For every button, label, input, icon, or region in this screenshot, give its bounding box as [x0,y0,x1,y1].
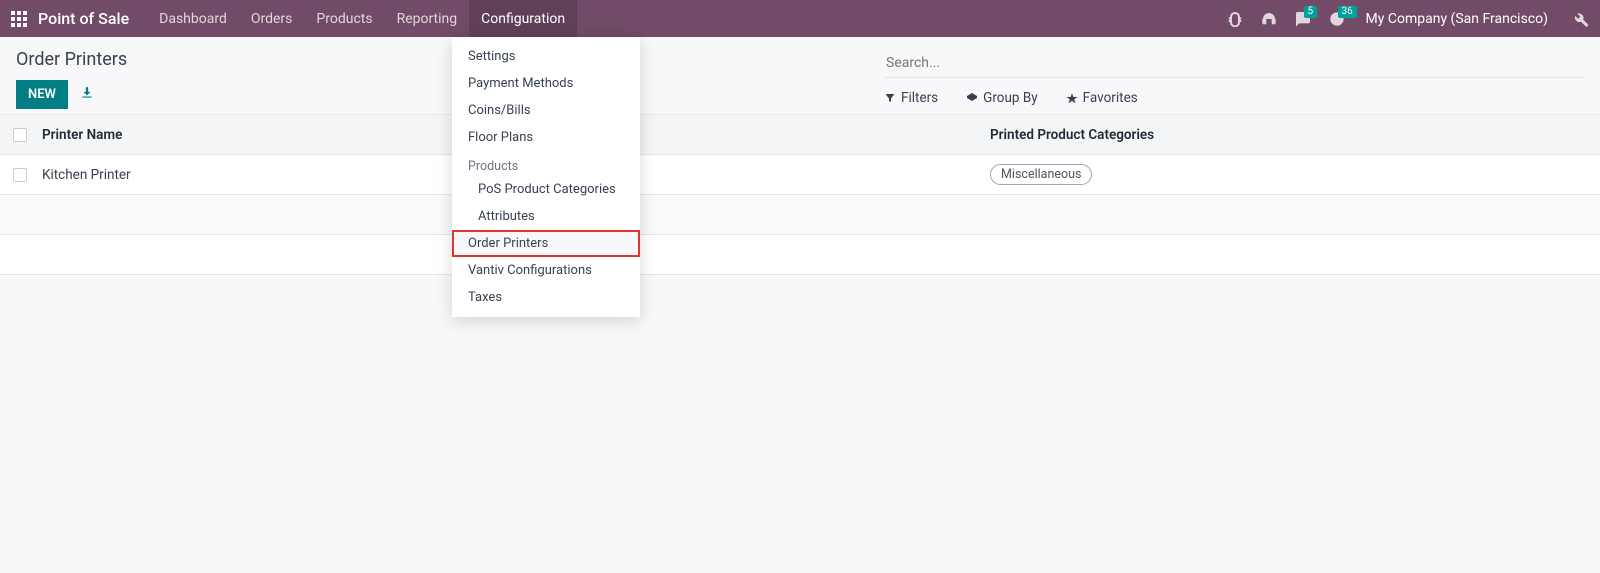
activities-badge: 36 [1338,6,1357,18]
content-header: Order Printers NEW Filters Group By Favo… [0,37,1600,114]
debug-icon[interactable] [1218,0,1252,37]
app-brand[interactable]: Point of Sale [38,9,129,28]
category-tag: Miscellaneous [990,164,1092,185]
col-header-categories[interactable]: Printed Product Categories [990,127,1600,143]
dd-vantiv-configurations[interactable]: Vantiv Configurations [452,257,640,284]
top-navbar: Point of Sale Dashboard Orders Products … [0,0,1600,37]
row-checkbox[interactable] [13,168,27,182]
dd-floor-plans[interactable]: Floor Plans [452,124,640,151]
dd-taxes[interactable]: Taxes [452,284,640,311]
table-header: Printer Name Printed Product Categories [0,115,1600,155]
filters-label: Filters [901,90,938,106]
new-button[interactable]: NEW [16,80,68,109]
blank-row [0,235,1600,275]
select-all-checkbox[interactable] [13,128,27,142]
messages-badge: 5 [1304,6,1318,18]
download-icon[interactable] [80,85,94,104]
dd-settings[interactable]: Settings [452,43,640,70]
apps-icon[interactable] [0,0,38,37]
filters-button[interactable]: Filters [884,90,938,106]
messages-icon[interactable]: 5 [1286,0,1320,37]
configuration-dropdown: Settings Payment Methods Coins/Bills Flo… [452,37,640,317]
company-selector[interactable]: My Company (San Francisco) [1354,11,1560,27]
dd-pos-product-categories[interactable]: PoS Product Categories [452,176,640,203]
dd-section-products: Products [452,151,640,176]
nav-right: 5 36 My Company (San Francisco) [1218,0,1600,37]
favorites-label: Favorites [1083,90,1138,106]
nav-dashboard[interactable]: Dashboard [147,0,239,37]
nav-reporting[interactable]: Reporting [385,0,470,37]
tools-icon[interactable] [1560,0,1600,37]
printers-table: Printer Name Printed Product Categories … [0,114,1600,275]
activities-icon[interactable]: 36 [1320,0,1354,37]
blank-row [0,195,1600,235]
groupby-button[interactable]: Group By [966,90,1038,106]
nav-products[interactable]: Products [304,0,384,37]
groupby-label: Group By [983,90,1038,106]
favorites-button[interactable]: Favorites [1066,90,1138,106]
dd-payment-methods[interactable]: Payment Methods [452,70,640,97]
nav-configuration[interactable]: Configuration [469,0,577,37]
dd-attributes[interactable]: Attributes [452,203,640,230]
support-icon[interactable] [1252,0,1286,37]
nav-items: Dashboard Orders Products Reporting Conf… [147,0,577,37]
nav-orders[interactable]: Orders [239,0,305,37]
dd-order-printers[interactable]: Order Printers [452,230,640,257]
dd-coins-bills[interactable]: Coins/Bills [452,97,640,124]
search-input[interactable] [884,49,1584,78]
table-row[interactable]: Kitchen Printer Miscellaneous [0,155,1600,195]
page-title: Order Printers [16,49,884,70]
